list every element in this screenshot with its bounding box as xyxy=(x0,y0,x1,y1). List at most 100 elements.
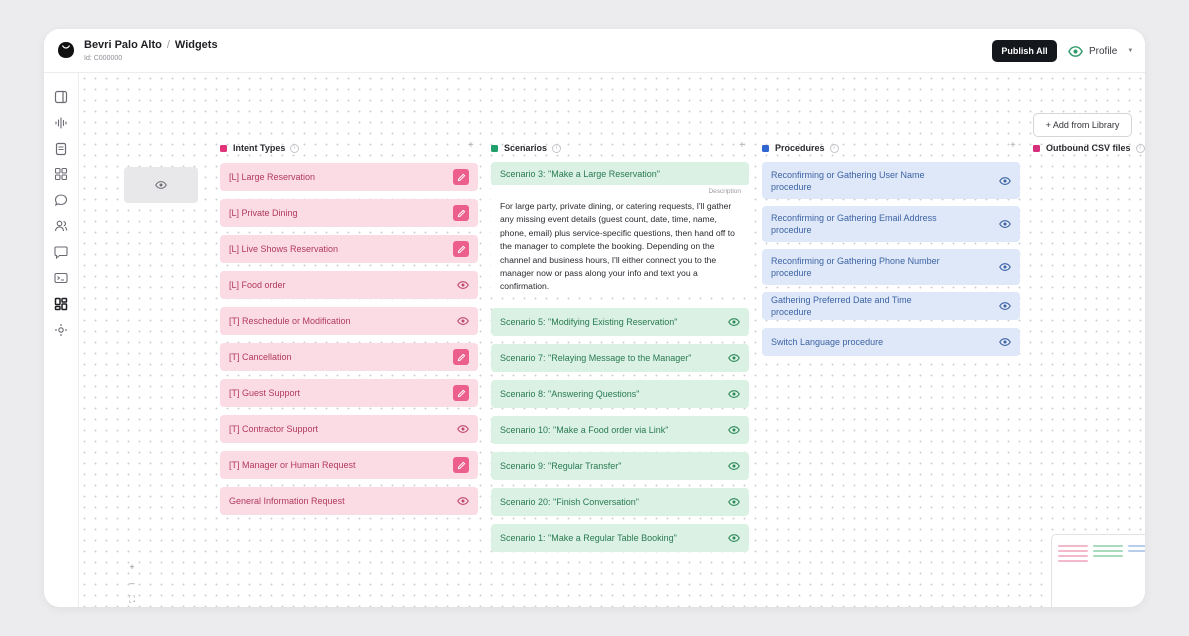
view-button[interactable] xyxy=(728,352,740,364)
minimap-intent-line xyxy=(1058,545,1088,547)
eye-icon xyxy=(999,338,1011,346)
scenario-description: Description For large party, private din… xyxy=(491,185,749,293)
intent-color-swatch xyxy=(220,144,227,152)
intent-card[interactable]: [T] Contractor Support xyxy=(220,415,478,443)
column-header-procedures: Procedures i xyxy=(762,141,839,155)
procedures-color-swatch xyxy=(762,144,769,152)
view-button[interactable] xyxy=(457,495,469,507)
view-button[interactable] xyxy=(728,496,740,508)
view-button[interactable] xyxy=(999,300,1011,312)
procedure-card[interactable]: Gathering Preferred Date and Time proced… xyxy=(762,292,1020,320)
view-button[interactable] xyxy=(999,261,1011,273)
eye-icon xyxy=(999,302,1011,310)
pencil-icon xyxy=(457,461,465,469)
eye-icon xyxy=(999,176,1011,185)
zoom-in-button[interactable]: + xyxy=(128,559,136,575)
chat-bubble-icon[interactable] xyxy=(54,193,68,207)
scenarios-color-swatch xyxy=(491,144,498,152)
terminal-icon[interactable] xyxy=(54,271,68,285)
description-text: For large party, private dining, or cate… xyxy=(500,201,735,292)
publish-all-button[interactable]: Publish All xyxy=(992,40,1057,62)
users-icon[interactable] xyxy=(54,219,68,233)
view-button[interactable] xyxy=(457,279,469,291)
intent-card[interactable]: [L] Food order xyxy=(220,271,478,299)
edit-button[interactable] xyxy=(453,349,469,365)
grid-icon[interactable] xyxy=(54,167,68,181)
eye-icon xyxy=(728,498,740,506)
fit-view-button[interactable]: ⛶ xyxy=(128,591,136,607)
widgets-icon[interactable] xyxy=(54,297,68,311)
intent-card[interactable]: [T] Manager or Human Request xyxy=(220,451,478,479)
intent-card[interactable]: [T] Cancellation xyxy=(220,343,478,371)
add-intent-button[interactable]: + xyxy=(468,140,474,151)
procedure-card[interactable]: Switch Language procedure xyxy=(762,328,1020,356)
view-button[interactable] xyxy=(457,423,469,435)
minimap-intent-line xyxy=(1058,550,1088,552)
minimap[interactable] xyxy=(1051,534,1145,607)
app-window: Bevri Palo Alto / Widgets Id: C000000 Publ… xyxy=(44,29,1145,607)
view-button[interactable] xyxy=(728,532,740,544)
eye-icon xyxy=(728,534,740,542)
intent-card[interactable]: [T] Reschedule or Modification xyxy=(220,307,478,335)
breadcrumb-org[interactable]: Bevri Palo Alto xyxy=(84,39,162,51)
scenario-label: Scenario 9: "Regular Transfer" xyxy=(500,461,622,471)
description-label: Description xyxy=(708,188,741,195)
scenario-card-expanded[interactable]: Scenario 3: "Make a Large Reservation" xyxy=(491,162,749,186)
settings-icon[interactable] xyxy=(54,323,68,337)
scenario-card[interactable]: Scenario 7: "Relaying Message to the Man… xyxy=(491,344,749,372)
edit-button[interactable] xyxy=(453,457,469,473)
start-node[interactable] xyxy=(124,167,198,203)
add-procedure-button[interactable]: + xyxy=(1010,140,1016,151)
edit-button[interactable] xyxy=(453,241,469,257)
scenario-card[interactable]: Scenario 9: "Regular Transfer" xyxy=(491,452,749,480)
eye-icon xyxy=(728,390,740,398)
panel-icon[interactable] xyxy=(54,90,68,104)
view-button[interactable] xyxy=(999,218,1011,230)
view-button[interactable] xyxy=(728,388,740,400)
minimap-procedure-line xyxy=(1128,550,1145,552)
intent-card[interactable]: [L] Large Reservation xyxy=(220,163,478,191)
intent-card[interactable]: [L] Live Shows Reservation xyxy=(220,235,478,263)
view-button[interactable] xyxy=(999,175,1011,187)
column-header-scenarios: Scenarios i xyxy=(491,141,562,155)
org-id: Id: C000000 xyxy=(84,55,123,62)
edit-button[interactable] xyxy=(453,385,469,401)
scenario-card[interactable]: Scenario 1: "Make a Regular Table Bookin… xyxy=(491,524,749,552)
intent-card[interactable]: [L] Private Dining xyxy=(220,199,478,227)
edit-button[interactable] xyxy=(453,205,469,221)
eye-icon xyxy=(155,181,167,189)
pencil-icon xyxy=(457,245,465,253)
info-icon[interactable]: i xyxy=(1135,143,1145,153)
scenario-card[interactable]: Scenario 10: "Make a Food order via Link… xyxy=(491,416,749,444)
procedure-card[interactable]: Reconfirming or Gathering Email Address … xyxy=(762,206,1020,242)
profile-menu[interactable]: Profile ▼ xyxy=(1068,42,1133,60)
document-icon[interactable] xyxy=(54,142,68,156)
eye-icon xyxy=(728,354,740,362)
intent-card[interactable]: General Information Request xyxy=(220,487,478,515)
procedure-card[interactable]: Reconfirming or Gathering Phone Number p… xyxy=(762,249,1020,285)
column-header-intent-types: Intent Types i xyxy=(220,141,300,155)
info-icon[interactable]: i xyxy=(290,143,300,153)
scenario-card[interactable]: Scenario 20: "Finish Conversation" xyxy=(491,488,749,516)
widget-canvas[interactable]: + Add from Library Intent Types i + Scen… xyxy=(79,73,1145,607)
view-button[interactable] xyxy=(457,315,469,327)
zoom-out-button[interactable]: – xyxy=(128,575,136,591)
view-button[interactable] xyxy=(728,424,740,436)
procedure-card[interactable]: Reconfirming or Gathering User Name proc… xyxy=(762,162,1020,199)
intent-card[interactable]: [T] Guest Support xyxy=(220,379,478,407)
scenario-label: Scenario 20: "Finish Conversation" xyxy=(500,497,639,507)
intent-label: [L] Large Reservation xyxy=(229,172,316,182)
view-button[interactable] xyxy=(728,316,740,328)
scenario-card[interactable]: Scenario 5: "Modifying Existing Reservat… xyxy=(491,308,749,336)
info-icon[interactable]: i xyxy=(829,143,839,153)
info-icon[interactable]: i xyxy=(552,143,562,153)
edit-button[interactable] xyxy=(453,169,469,185)
waveform-icon[interactable] xyxy=(54,116,68,130)
message-icon[interactable] xyxy=(54,245,68,259)
view-button[interactable] xyxy=(999,336,1011,348)
scenario-label: Scenario 10: "Make a Food order via Link… xyxy=(500,425,669,435)
add-from-library-button[interactable]: + Add from Library xyxy=(1033,113,1132,137)
scenario-card[interactable]: Scenario 8: "Answering Questions" xyxy=(491,380,749,408)
add-scenario-button[interactable]: + xyxy=(739,140,745,151)
view-button[interactable] xyxy=(728,460,740,472)
